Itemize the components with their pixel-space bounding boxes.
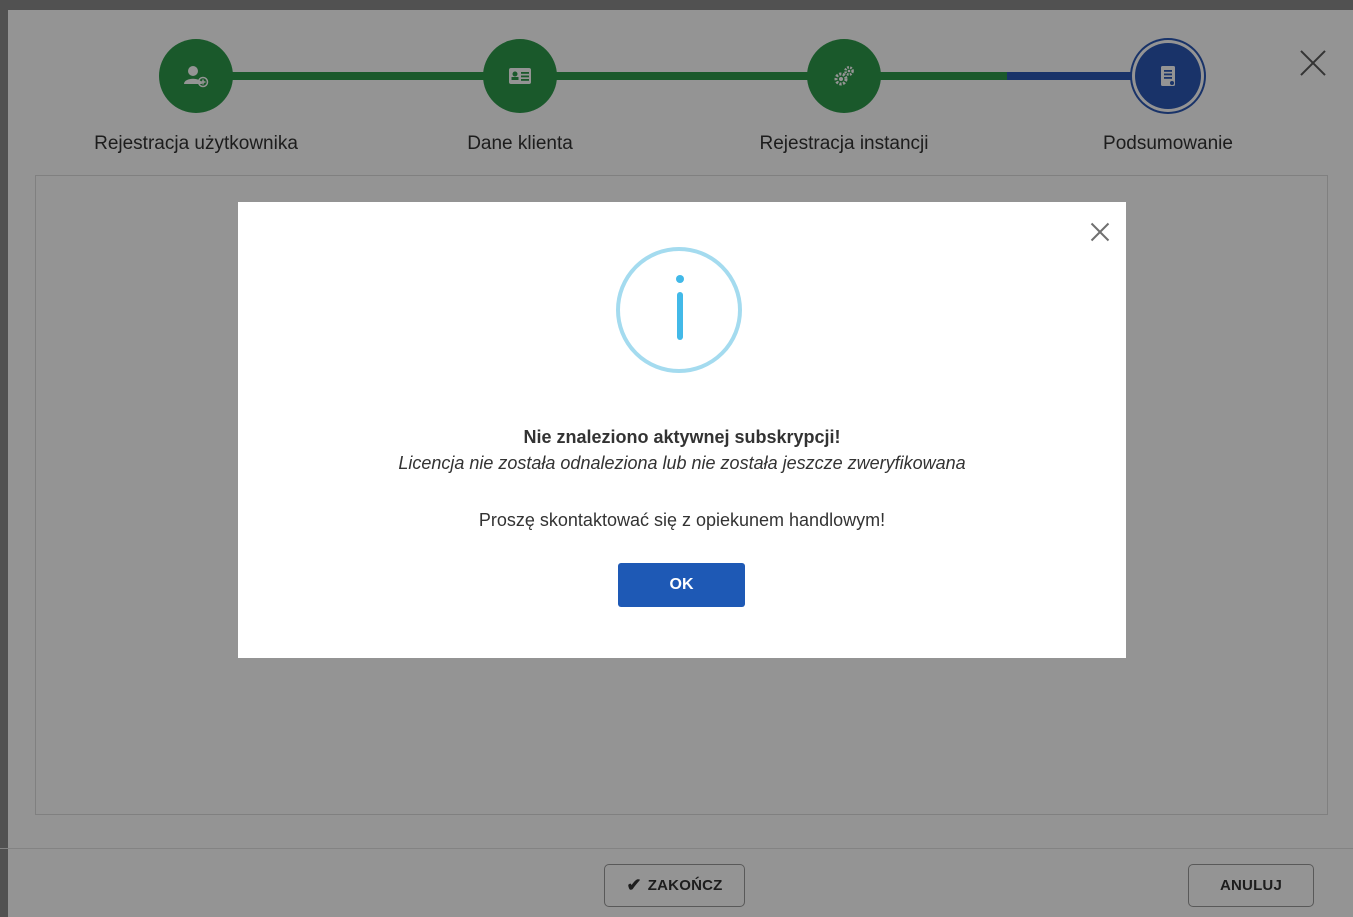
- dialog-subtitle: Licencja nie została odnaleziona lub nie…: [398, 453, 966, 473]
- close-dialog-icon[interactable]: [1090, 222, 1110, 242]
- info-dialog: Nie znaleziono aktywnej subskrypcji! Lic…: [238, 202, 1126, 658]
- info-icon: [616, 247, 742, 373]
- dialog-title: Nie znaleziono aktywnej subskrypcji!: [523, 427, 841, 447]
- ok-button[interactable]: OK: [618, 563, 745, 607]
- dialog-message: Proszę skontaktować się z opiekunem hand…: [478, 510, 886, 530]
